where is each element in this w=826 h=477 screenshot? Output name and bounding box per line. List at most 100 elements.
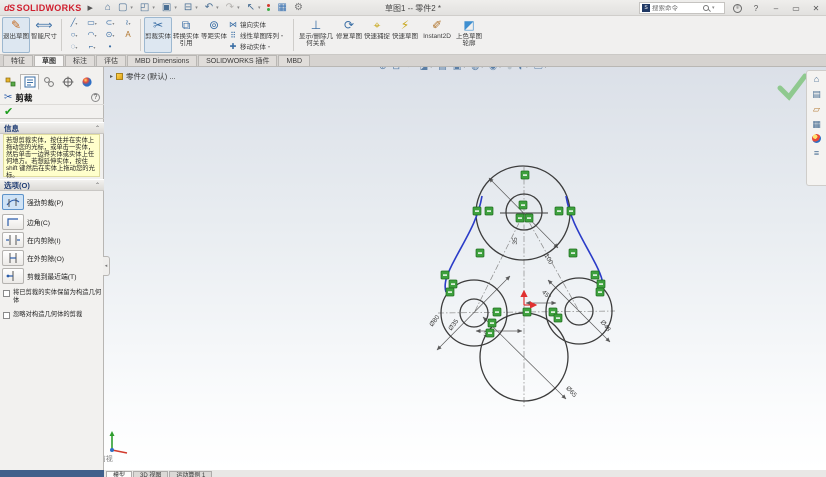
display-style-icon[interactable]: ◍ bbox=[471, 67, 479, 72]
dimxpert-tab[interactable] bbox=[58, 74, 77, 90]
tab-sketch[interactable]: 草图 bbox=[34, 55, 64, 66]
taskpane-home-icon[interactable]: ⌂ bbox=[814, 74, 819, 84]
checkbox-icon[interactable] bbox=[3, 290, 10, 297]
taskpane-design-library-icon[interactable]: ▱ bbox=[813, 104, 820, 114]
taskpane-custom-properties-icon[interactable]: ≡ bbox=[814, 148, 819, 158]
search-icon[interactable] bbox=[702, 4, 710, 12]
tab-evaluate[interactable]: 评估 bbox=[96, 55, 126, 66]
previous-view-icon[interactable]: ↶ bbox=[406, 67, 414, 72]
breadcrumb[interactable]: ▸ 零件2 (默认) ... bbox=[110, 71, 176, 82]
collapse-chevron-icon[interactable]: ⌃ bbox=[95, 125, 100, 132]
point-tool-icon[interactable]: • bbox=[101, 41, 119, 53]
polygon-tool-icon[interactable]: ◌▾ bbox=[65, 41, 83, 53]
arc-tool-icon[interactable]: ◠▾ bbox=[83, 29, 101, 41]
tab-markup[interactable]: 标注 bbox=[65, 55, 95, 66]
help-icon[interactable]: ? bbox=[750, 4, 762, 13]
menu-flyout-arrow-icon[interactable]: ▶ bbox=[88, 4, 93, 12]
tab-addins[interactable]: SOLIDWORKS 插件 bbox=[198, 55, 277, 66]
smart-dimension-button[interactable]: ⟺ 智能尺寸 bbox=[30, 17, 58, 53]
mirror-entities-button[interactable]: ⋈ 镜向实体 bbox=[228, 19, 290, 29]
tab-model[interactable]: 模型 bbox=[106, 471, 132, 477]
search-input[interactable] bbox=[652, 5, 700, 12]
new-document-icon[interactable]: ▢ bbox=[118, 3, 127, 13]
undo-icon[interactable]: ↶ bbox=[205, 3, 213, 13]
tab-motion-study[interactable]: 运动算例 1 bbox=[169, 471, 212, 477]
move-entities-button[interactable]: ✚ 移动实体 ▾ bbox=[228, 41, 290, 51]
annotation-views-icon[interactable]: ▤ bbox=[438, 67, 447, 72]
minimize-button[interactable]: – bbox=[770, 4, 782, 13]
quick-snaps-button[interactable]: ⌖ 快速捕捉 bbox=[363, 17, 391, 53]
configuration-manager-tab[interactable] bbox=[39, 74, 58, 90]
dimension-text[interactable]: 35 bbox=[512, 237, 519, 245]
text-tool-icon[interactable]: A bbox=[119, 29, 137, 41]
dimension-text[interactable]: Ø65 bbox=[564, 385, 578, 399]
save-icon[interactable]: ▣ bbox=[162, 3, 171, 13]
option-trim-closest[interactable]: 剪裁到最近端(T) bbox=[2, 268, 102, 284]
fillet-tool-icon[interactable]: ⌐▾ bbox=[83, 41, 101, 53]
slot-tool-icon[interactable]: ⊂▾ bbox=[101, 17, 119, 29]
rebuild-traffic-light-icon[interactable] bbox=[267, 4, 270, 11]
option-corner[interactable]: 边角(C) bbox=[2, 214, 102, 230]
dimension-text[interactable]: Ø35 bbox=[447, 318, 460, 332]
graphics-viewport[interactable]: 3510045°38Ø80Ø35Ø48Ø65 ▸ 零件2 (默认) ... ⊕ … bbox=[104, 67, 826, 470]
ignore-construction-checkbox-row[interactable]: 忽略对构造几何体的剪裁 bbox=[3, 311, 102, 319]
panel-bottom-splitter[interactable] bbox=[0, 470, 104, 477]
rectangle-tool-icon[interactable]: ▭▾ bbox=[83, 17, 101, 29]
line-tool-icon[interactable]: ╱▾ bbox=[65, 17, 83, 29]
rapid-sketch-button[interactable]: ⚡ 快速草图 bbox=[391, 17, 419, 53]
trim-entities-button[interactable]: ✂ 剪裁实体 bbox=[144, 17, 172, 53]
view-settings-icon[interactable]: 🖵 bbox=[534, 67, 543, 72]
circle-tool-icon[interactable]: ○▾ bbox=[65, 29, 83, 41]
tab-3d-views[interactable]: 3D 视图 bbox=[133, 471, 168, 477]
checkbox-icon[interactable] bbox=[3, 312, 10, 319]
print-icon[interactable]: ⊟ bbox=[184, 3, 192, 13]
display-relations-button[interactable]: ⊥ 显示/删除几何关系 bbox=[297, 17, 335, 53]
featuremanager-flyout-icon[interactable]: ▸ bbox=[110, 73, 113, 80]
repair-sketch-button[interactable]: ⟳ 修复草图 bbox=[335, 17, 363, 53]
select-cursor-icon[interactable]: ↖ bbox=[247, 3, 255, 13]
ok-button[interactable]: ✔ bbox=[4, 105, 13, 118]
keep-as-construction-checkbox-row[interactable]: 将已剪裁的实体保留为构造几何体 bbox=[3, 289, 102, 304]
view-orientation-icon[interactable]: ▣ bbox=[453, 67, 462, 72]
panel-flyout-handle[interactable]: ◂ bbox=[103, 256, 110, 276]
dimension-text[interactable]: Ø80 bbox=[428, 314, 441, 328]
appearances-tab[interactable] bbox=[77, 74, 96, 90]
options-gear-icon[interactable]: ⚙ bbox=[294, 3, 303, 13]
zoom-fit-icon[interactable]: ⊕ bbox=[379, 67, 387, 72]
close-button[interactable]: ✕ bbox=[810, 4, 822, 13]
apply-scene-icon[interactable]: ◐ bbox=[518, 67, 523, 72]
taskpane-appearances-icon[interactable] bbox=[812, 134, 821, 143]
confirmation-corner-ok[interactable] bbox=[780, 76, 805, 97]
tab-features[interactable]: 特征 bbox=[3, 55, 33, 66]
open-icon[interactable]: ◰ bbox=[140, 3, 149, 13]
dimension-line[interactable] bbox=[483, 317, 566, 399]
linear-pattern-button[interactable]: ⠿ 线性草图阵列 ▾ bbox=[228, 30, 290, 40]
taskpane-file-explorer-icon[interactable]: ▦ bbox=[812, 119, 821, 129]
hide-show-items-icon[interactable]: ◉ bbox=[489, 67, 497, 72]
instant2d-button[interactable]: ✐ Instant2D bbox=[419, 17, 455, 53]
zoom-area-icon[interactable]: ⊡ bbox=[393, 67, 401, 72]
exit-sketch-button[interactable]: ✎ 退出草图 bbox=[2, 17, 30, 53]
panel-help-icon[interactable]: ? bbox=[91, 93, 100, 102]
section-view-icon[interactable]: ◪ bbox=[420, 67, 429, 72]
featuremanager-tree-tab[interactable] bbox=[1, 74, 20, 90]
search-dropdown-icon[interactable]: ▾ bbox=[712, 5, 715, 11]
edit-appearance-icon[interactable]: ● bbox=[507, 67, 512, 72]
sketch-canvas[interactable]: 3510045°38Ø80Ø35Ø48Ø65 bbox=[104, 67, 826, 470]
ellipse-tool-icon[interactable]: ⊙▾ bbox=[101, 29, 119, 41]
message-section-header[interactable]: 信息 ⌃ bbox=[0, 122, 104, 134]
tab-mbd[interactable]: MBD bbox=[278, 55, 310, 66]
home-icon[interactable]: ⌂ bbox=[105, 3, 111, 13]
maximize-button[interactable]: ▭ bbox=[790, 4, 802, 13]
offset-entities-button[interactable]: ⊚ 等距实体 bbox=[200, 17, 228, 53]
dimension-text[interactable]: 45° bbox=[540, 288, 553, 301]
shaded-contours-button[interactable]: ◩ 上色草图轮廓 bbox=[455, 17, 483, 53]
option-power-trim[interactable]: 强劲剪裁(P) bbox=[2, 194, 102, 210]
spline-tool-icon[interactable]: ≀▾ bbox=[119, 17, 137, 29]
collapse-chevron-icon[interactable]: ⌃ bbox=[95, 182, 100, 189]
account-icon[interactable]: ⌾ bbox=[733, 4, 742, 13]
taskpane-resources-icon[interactable]: ▤ bbox=[812, 89, 821, 99]
redo-icon[interactable]: ↷ bbox=[226, 3, 234, 13]
options-section-header[interactable]: 选项(O) ⌃ bbox=[0, 179, 104, 191]
search-commands-box[interactable]: S ▾ bbox=[639, 2, 725, 14]
